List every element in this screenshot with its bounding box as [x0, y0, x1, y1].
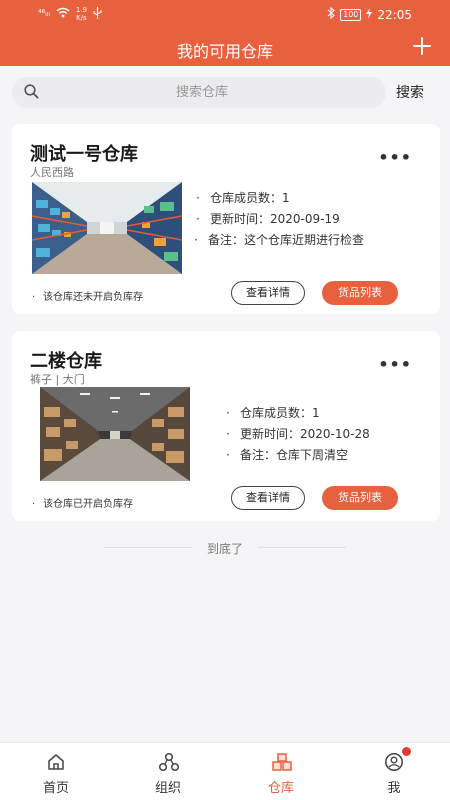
- warehouse-address: 人民西路: [30, 166, 74, 179]
- more-icon: •••: [378, 355, 412, 374]
- usb-icon: [93, 6, 102, 22]
- more-icon: •••: [378, 148, 412, 167]
- warehouse-photo: [32, 182, 182, 274]
- search-input[interactable]: [52, 77, 352, 108]
- negative-stock-text: 该仓库已开启负库存: [43, 499, 133, 510]
- more-options-button[interactable]: •••: [378, 355, 412, 374]
- clock: 22:05: [377, 7, 412, 22]
- bottom-tab-bar: 首页 组织 仓库 我: [0, 742, 450, 800]
- view-details-button[interactable]: 查看详情: [231, 486, 305, 510]
- members-count: 1: [312, 406, 320, 420]
- updated-date: 2020-10-28: [300, 427, 370, 441]
- goods-list-button[interactable]: 货品列表: [322, 486, 398, 510]
- status-bar: ⁴⁶ᵢₗₗ 1.9 K/s 100 22:05: [0, 0, 450, 30]
- remark-label: 备注：: [240, 448, 277, 462]
- tab-home[interactable]: 首页: [0, 743, 112, 800]
- app-header: ⁴⁶ᵢₗₗ 1.9 K/s 100 22:05 我的可用仓库: [0, 0, 450, 66]
- tab-label: 仓库: [267, 781, 294, 796]
- updated-row: · 更新时间：2020-10-28: [226, 427, 370, 441]
- net-speed-value: 1.9: [75, 6, 87, 14]
- net-speed-unit: K/s: [76, 14, 87, 22]
- members-label: 仓库成员数：: [210, 191, 283, 205]
- warehouse-photo: [40, 387, 190, 481]
- remark-label: 备注：: [208, 233, 245, 247]
- view-details-button[interactable]: 查看详情: [231, 281, 305, 305]
- search-bar: [12, 77, 386, 108]
- bluetooth-icon: [327, 6, 335, 22]
- more-options-button[interactable]: •••: [378, 148, 412, 167]
- battery-indicator: 100: [340, 8, 362, 21]
- updated-label: 更新时间：: [210, 212, 271, 226]
- tab-warehouse[interactable]: 仓库: [225, 743, 337, 800]
- warehouse-name: 测试一号仓库: [30, 144, 138, 165]
- search-icon: [24, 84, 39, 99]
- warehouse-card[interactable]: 测试一号仓库 人民西路 ••• · 仓库成员数：1 · 更新时间：2020-09-1…: [12, 124, 440, 314]
- list-end-text: 到底了: [206, 542, 243, 556]
- wifi-icon: [56, 7, 70, 21]
- remark-text: 这个仓库近期进行检查: [244, 233, 365, 247]
- negative-stock-text: 该仓库还未开启负库存: [43, 292, 143, 303]
- add-warehouse-button[interactable]: [410, 34, 434, 58]
- tab-profile[interactable]: 我: [338, 743, 450, 800]
- net-speed: 1.9 K/s: [76, 6, 87, 22]
- members-label: 仓库成员数：: [240, 406, 313, 420]
- warehouse-card[interactable]: 二楼仓库 裤子 | 大门 ••• · 仓库成员数：1 · 更新时间：2020-10-…: [12, 331, 440, 521]
- signal-indicator: ⁴⁶ᵢₗₗ: [38, 9, 50, 19]
- remark-text: 仓库下周清空: [276, 448, 349, 462]
- members-row: · 仓库成员数：1: [196, 191, 290, 205]
- updated-date: 2020-09-19: [270, 212, 340, 226]
- members-count: 1: [282, 191, 290, 205]
- updated-label: 更新时间：: [240, 427, 301, 441]
- negative-stock-note: · 该仓库已开启负库存: [32, 499, 133, 510]
- warehouse-address: 裤子 | 大门: [30, 373, 85, 386]
- members-row: · 仓库成员数：1: [226, 406, 320, 420]
- warehouse-info: · 仓库成员数：1 · 更新时间：2020-09-19 · 备注：这个仓库近期进行检查: [194, 188, 416, 251]
- updated-row: · 更新时间：2020-09-19: [196, 212, 340, 226]
- warehouse-info: · 仓库成员数：1 · 更新时间：2020-10-28 · 备注：仓库下周清空: [226, 403, 426, 466]
- remark-row: · 备注：这个仓库近期进行检查: [194, 233, 365, 247]
- charging-icon: [366, 7, 373, 22]
- divider: [258, 547, 346, 548]
- remark-row: · 备注：仓库下周清空: [226, 448, 349, 462]
- warehouse-name: 二楼仓库: [30, 351, 102, 372]
- tab-organization[interactable]: 组织: [112, 743, 224, 800]
- negative-stock-note: · 该仓库还未开启负库存: [32, 292, 143, 303]
- search-button[interactable]: 搜索: [396, 82, 424, 102]
- page-title: 我的可用仓库: [176, 42, 273, 61]
- notification-badge: [402, 747, 411, 756]
- tab-label: 首页: [42, 781, 69, 796]
- tab-label: 我: [387, 781, 401, 796]
- goods-list-button[interactable]: 货品列表: [322, 281, 398, 305]
- tab-label: 组织: [154, 781, 181, 796]
